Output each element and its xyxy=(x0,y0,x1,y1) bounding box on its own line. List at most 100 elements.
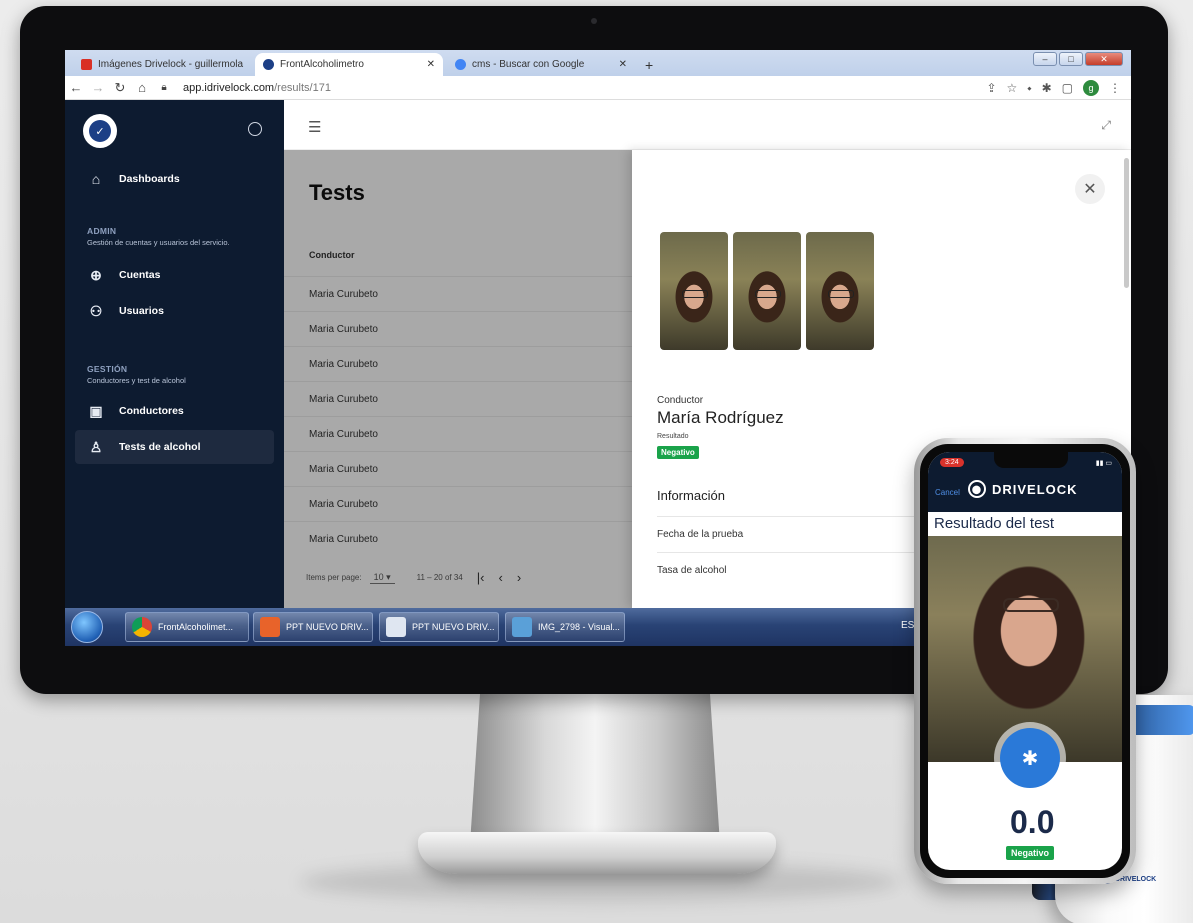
phone-bezel: 3:24 ▮▮ ▭ Cancel ⬤ DRIVELOCK Resultado de… xyxy=(920,444,1130,878)
webcam-icon xyxy=(591,18,597,24)
phone-app-header: Cancel ⬤ DRIVELOCK xyxy=(928,474,1122,512)
test-photo-1[interactable] xyxy=(660,232,728,350)
maximize-icon[interactable]: □ xyxy=(1059,52,1083,66)
sidebar: ✓ ⌂ Dashboards ADMIN Gestión de cuentas … xyxy=(65,100,284,608)
forward-icon[interactable]: → xyxy=(87,80,109,95)
chrome-icon xyxy=(132,617,152,637)
sidebar-item-label: Usuarios xyxy=(119,305,164,317)
resultado-label: Resultado xyxy=(657,433,689,440)
taskbar-item-image[interactable]: IMG_2798 - Visual... xyxy=(505,612,625,642)
user-account-icon[interactable] xyxy=(248,122,262,136)
phone-brand: ⬤ DRIVELOCK xyxy=(968,480,1078,498)
browser-tab-bar: Imágenes Drivelock - guillermola ✕ Front… xyxy=(65,50,1131,76)
powerpoint-icon xyxy=(260,617,280,637)
conductor-label: Conductor xyxy=(657,395,704,406)
sidebar-item-usuarios[interactable]: ⚇ Usuarios xyxy=(75,294,274,328)
phone-cancel-button[interactable]: Cancel xyxy=(935,488,960,497)
profile-avatar[interactable]: g xyxy=(1083,80,1099,96)
taskbar-item-ppt-1[interactable]: PPT NUEVO DRIV... xyxy=(253,612,373,642)
tab-label: FrontAlcoholimetro xyxy=(280,59,364,70)
taskbar-label: PPT NUEVO DRIV... xyxy=(286,622,369,632)
share-icon[interactable]: ⇪ xyxy=(986,81,996,95)
section-admin-subtitle: Gestión de cuentas y usuarios del servic… xyxy=(87,238,230,247)
sidebar-item-label: Tests de alcohol xyxy=(119,441,201,453)
phone-result-badge: Negativo xyxy=(1006,846,1055,860)
taskbar-label: FrontAlcoholimet... xyxy=(158,622,234,632)
fullscreen-icon[interactable]: ⤢ xyxy=(1101,118,1111,133)
monitor-stand-neck xyxy=(470,694,720,844)
id-card-icon: ▣ xyxy=(89,402,103,419)
users-icon: ⚇ xyxy=(89,302,103,319)
wine-glass-icon: ♙ xyxy=(89,438,103,455)
new-tab-button[interactable]: + xyxy=(637,53,661,76)
monitor-stand-base xyxy=(418,832,776,874)
document-icon xyxy=(386,617,406,637)
star-icon[interactable]: ☆ xyxy=(1007,81,1018,95)
modal-backdrop[interactable] xyxy=(284,150,632,608)
tasa-label: Tasa de alcohol xyxy=(657,565,727,576)
sidebar-item-label: Cuentas xyxy=(119,269,161,281)
scrollbar[interactable] xyxy=(1124,158,1129,288)
drivelock-logo-icon: ⬤ xyxy=(968,480,986,498)
home-icon: ⌂ xyxy=(91,171,101,187)
smartphone: 3:24 ▮▮ ▭ Cancel ⬤ DRIVELOCK Resultado de… xyxy=(914,438,1136,884)
puzzle-icon[interactable]: ✱ xyxy=(1042,81,1052,95)
reload-icon[interactable]: ↻ xyxy=(109,80,131,96)
fecha-label: Fecha de la prueba xyxy=(657,529,744,540)
close-icon[interactable]: ✕ xyxy=(1075,174,1105,204)
sidebar-item-label: Dashboards xyxy=(119,173,180,185)
phone-notch xyxy=(994,452,1068,468)
test-photo-2[interactable] xyxy=(733,232,801,350)
language-indicator[interactable]: ES xyxy=(901,620,914,631)
tab-label: cms - Buscar con Google xyxy=(472,59,585,70)
section-admin-title: ADMIN xyxy=(87,226,117,236)
globe-icon: ⊕ xyxy=(90,266,102,283)
hamburger-menu-icon[interactable]: ☰ xyxy=(308,118,321,136)
side-panel-icon[interactable]: ▢ xyxy=(1062,81,1073,95)
back-icon[interactable]: ← xyxy=(65,80,87,95)
minimize-icon[interactable]: – xyxy=(1033,52,1057,66)
photo-detail xyxy=(1003,598,1059,612)
tab-label: Imágenes Drivelock - guillermola xyxy=(98,59,244,70)
home-icon[interactable]: ⌂ xyxy=(131,80,153,95)
close-tab-icon[interactable]: ✕ xyxy=(427,59,435,70)
lock-icon: 🔒︎ xyxy=(161,82,167,93)
bluetooth-icon[interactable]: ✱ xyxy=(1000,728,1060,788)
drivelock-favicon-icon xyxy=(263,59,274,70)
drivelock-logo[interactable]: ✓ xyxy=(83,114,117,148)
battery-icon: ▮▮ ▭ xyxy=(1095,460,1112,467)
tab-frontalcoholimetro[interactable]: FrontAlcoholimetro ✕ xyxy=(255,53,443,76)
close-tab-icon[interactable]: ✕ xyxy=(619,59,627,70)
section-gestion-subtitle: Conductores y test de alcohol xyxy=(87,376,186,385)
taskbar-item-chrome[interactable]: FrontAlcoholimet... xyxy=(125,612,249,642)
phone-alcohol-value: 0.0 xyxy=(1010,804,1055,840)
tab-gmail[interactable]: Imágenes Drivelock - guillermola ✕ xyxy=(73,53,249,76)
test-photo-3[interactable] xyxy=(806,232,874,350)
top-bar: ☰ ⤢ xyxy=(284,100,1131,150)
sidebar-item-conductores[interactable]: ▣ Conductores xyxy=(75,394,274,428)
phone-screen: 3:24 ▮▮ ▭ Cancel ⬤ DRIVELOCK Resultado de… xyxy=(928,452,1122,870)
phone-time: 3:24 xyxy=(940,458,964,467)
shield-check-icon: ✓ xyxy=(89,120,111,142)
menu-kebab-icon[interactable]: ⋮ xyxy=(1109,81,1121,95)
start-button[interactable] xyxy=(71,611,103,643)
extension-icon[interactable]: ⬩ xyxy=(1027,81,1031,96)
sidebar-item-tests[interactable]: ♙ Tests de alcohol xyxy=(75,430,274,464)
address-bar: ← → ↻ ⌂ 🔒︎ app.idrivelock.com/results/17… xyxy=(65,76,1131,100)
phone-title: Resultado del test xyxy=(928,512,1122,536)
url-host: app.idrivelock.com xyxy=(183,81,275,94)
conductor-name: María Rodríguez xyxy=(657,408,784,427)
image-viewer-icon xyxy=(512,617,532,637)
window-close-icon[interactable]: ✕ xyxy=(1085,52,1123,66)
url-field[interactable]: app.idrivelock.com/results/171 xyxy=(183,82,331,94)
sidebar-item-dashboards[interactable]: ⌂ Dashboards xyxy=(75,162,274,196)
tab-google-search[interactable]: cms - Buscar con Google ✕ xyxy=(447,53,635,76)
sidebar-item-cuentas[interactable]: ⊕ Cuentas xyxy=(75,258,274,292)
taskbar-label: IMG_2798 - Visual... xyxy=(538,622,620,632)
taskbar-item-ppt-2[interactable]: PPT NUEVO DRIV... xyxy=(379,612,499,642)
phone-status-bar: 3:24 ▮▮ ▭ xyxy=(928,452,1122,474)
section-gestion-title: GESTIÓN xyxy=(87,364,128,374)
google-icon xyxy=(455,59,466,70)
gmail-icon xyxy=(81,59,92,70)
info-title: Información xyxy=(657,488,725,503)
